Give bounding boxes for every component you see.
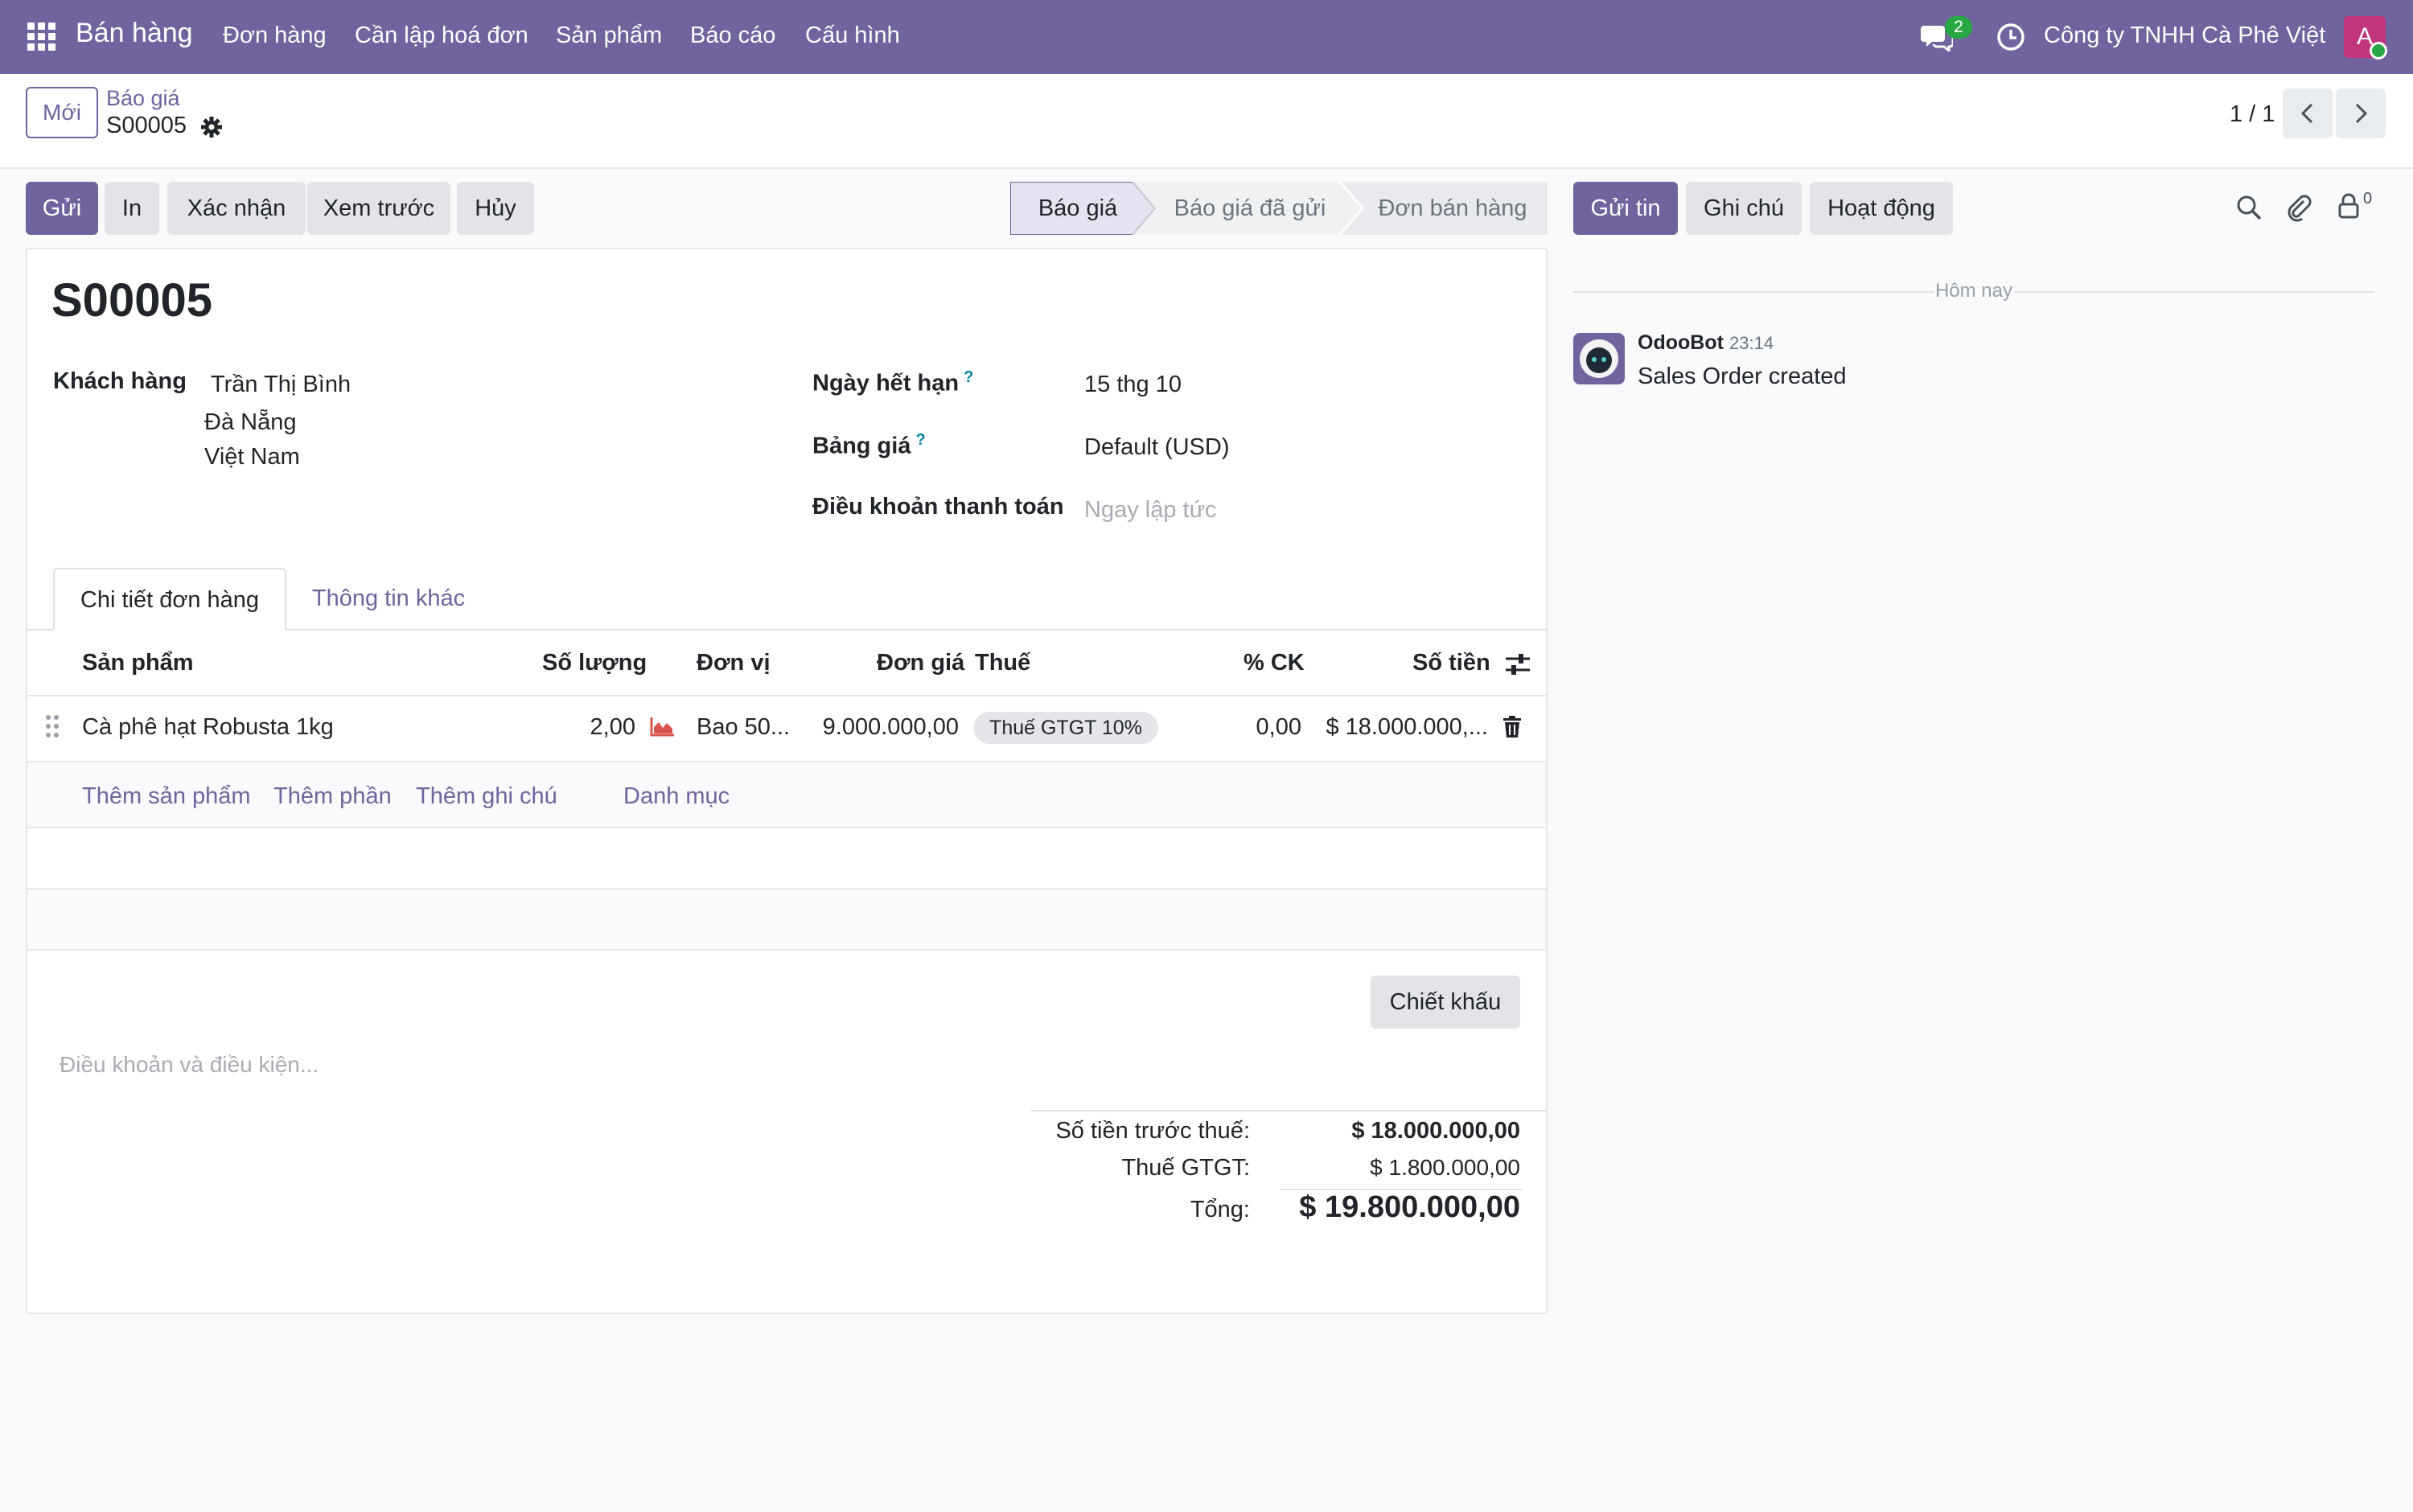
company-switcher[interactable]: Công ty TNHH Cà Phê Việt [2044,23,2325,49]
pager-previous-button[interactable] [2283,88,2333,138]
paperclip-icon[interactable] [2286,193,2312,222]
online-status-dot [2370,42,2387,60]
empty-row-divider [27,949,1546,951]
total-value: $ 19.800.000,00 [1299,1190,1520,1224]
message-author[interactable]: OdooBot [1638,331,1724,355]
untaxed-amount-label: Số tiền trước thuế: [1055,1118,1250,1144]
tax-amount-value: $ 1.800.000,00 [1370,1155,1520,1180]
row-discount[interactable]: 0,00 [1190,714,1301,741]
optional-columns-icon[interactable] [1504,651,1531,677]
activities-button[interactable]: Hoạt động [1810,182,1953,235]
forecast-chart-icon[interactable] [650,716,676,737]
record-title: S00005 [51,274,212,327]
column-product[interactable]: Sản phẩm [82,650,194,676]
message-body: Sales Order created [1638,364,1847,389]
messages-count-badge: 2 [1945,16,1972,39]
app-grid-icon[interactable] [27,23,56,51]
pager-next-button[interactable] [2336,88,2386,138]
print-button[interactable]: In [105,182,159,235]
row-subtotal: $ 18.000.000,... [1326,714,1488,740]
column-taxes[interactable]: Thuế [975,650,1030,676]
menu-to-invoice[interactable]: Cần lập hoá đơn [355,23,528,49]
empty-row [27,890,1546,949]
menu-orders[interactable]: Đơn hàng [223,23,327,49]
preview-button[interactable]: Xem trước [307,182,450,235]
customer-field[interactable]: Trần Thị Bình [211,372,351,398]
menu-reporting[interactable]: Báo cáo [690,23,775,49]
add-product-link[interactable]: Thêm sản phẩm [82,783,251,810]
date-separator-line-right [2014,291,2374,293]
catalog-link[interactable]: Danh mục [623,783,730,810]
message-time: 23:14 [1729,333,1774,353]
terms-field[interactable]: Điều khoản và điều kiện... [60,1052,319,1078]
tax-amount-label: Thuế GTGT: [1121,1155,1250,1181]
breadcrumb-parent[interactable]: Báo giá [106,86,180,111]
tab-order-lines[interactable]: Chi tiết đơn hàng [53,568,286,631]
breadcrumb-current: S00005 [106,113,187,138]
cancel-button[interactable]: Hủy [457,182,534,235]
status-step-quotation[interactable]: Báo giá [1010,182,1145,235]
menu-products[interactable]: Sản phẩm [556,23,662,49]
total-label: Tổng: [1190,1197,1250,1222]
status-bar: Báo giá Báo giá đã gửi Đơn bán hàng [1010,182,1548,235]
payment-terms-field[interactable]: Ngay lập tức [1084,497,1216,524]
column-discount[interactable]: % CK [1243,650,1305,676]
clock-icon[interactable] [1996,23,2025,51]
followers-count: 0 [2363,190,2373,207]
new-button[interactable]: Mới [26,87,98,138]
chevron-left-icon [2300,103,2313,124]
add-line-row [27,762,1546,828]
add-note-link[interactable]: Thêm ghi chú [416,783,557,810]
expiration-field[interactable]: 15 thg 10 [1084,372,1182,398]
date-separator: Hôm nay [1934,280,2013,302]
search-icon[interactable] [2236,195,2262,220]
customer-label: Khách hàng [53,368,187,394]
top-navbar: Bán hàng Đơn hàng Cần lập hoá đơn Sản ph… [0,0,2413,74]
column-quantity[interactable]: Số lượng [542,650,647,676]
pager-value[interactable]: 1 / 1 [2230,101,2275,128]
column-unit-price[interactable]: Đơn giá [877,650,964,676]
chevron-right-icon [2355,103,2368,124]
column-unit[interactable]: Đơn vị [697,650,771,676]
date-separator-line-left [1573,291,1934,293]
confirm-button[interactable]: Xác nhận [167,182,306,235]
table-header-divider [27,695,1546,696]
pricelist-label: Bảng giá? [812,431,926,459]
gear-icon[interactable] [200,116,223,138]
row-tax-badge[interactable]: Thuế GTGT 10% [973,712,1158,744]
customer-country: Việt Nam [204,444,300,470]
followers-icon[interactable] [2337,193,2360,219]
trash-icon[interactable] [1502,716,1522,738]
send-message-button[interactable]: Gửi tin [1573,182,1678,235]
totals-divider [1031,1110,1546,1111]
untaxed-amount-value: $ 18.000.000,00 [1351,1118,1520,1144]
row-quantity[interactable]: 2,00 [499,714,635,741]
log-note-button[interactable]: Ghi chú [1686,182,1802,235]
status-step-quotation-sent[interactable]: Báo giá đã gửi [1155,182,1345,235]
control-panel: Mới Báo giá S00005 1 / 1 [0,74,2413,169]
payment-terms-label: Điều khoản thanh toán [812,494,1064,520]
odoobot-avatar [1573,333,1625,384]
empty-row [27,828,1546,888]
status-step-sales-order[interactable]: Đơn bán hàng [1364,182,1541,235]
expiration-label: Ngày hết hạn? [812,368,974,396]
discount-button[interactable]: Chiết khấu [1371,976,1520,1029]
pricelist-field[interactable]: Default (USD) [1084,434,1230,461]
drag-handle-icon[interactable] [45,714,60,738]
column-subtotal[interactable]: Số tiền [1412,650,1490,676]
row-product[interactable]: Cà phê hạt Robusta 1kg [82,714,334,741]
menu-configuration[interactable]: Cấu hình [805,23,900,49]
send-button[interactable]: Gửi [26,182,98,235]
tab-other-info[interactable]: Thông tin khác [299,568,478,631]
row-unit-price[interactable]: 9.000.000,00 [772,714,959,741]
app-name[interactable]: Bán hàng [76,18,193,49]
customer-city: Đà Nẵng [204,409,297,435]
add-section-link[interactable]: Thêm phần [273,783,392,810]
